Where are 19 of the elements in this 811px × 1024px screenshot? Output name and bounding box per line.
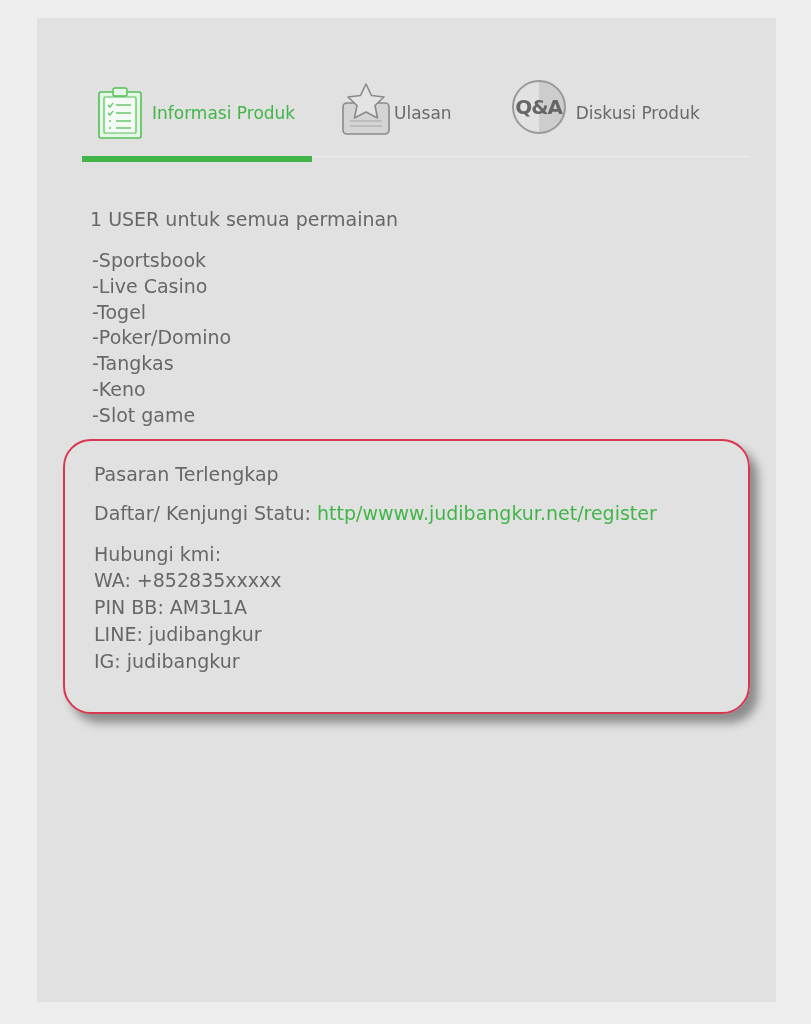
- game-item: -Tangkas: [92, 351, 175, 377]
- game-item: -Poker/Domino: [92, 325, 233, 351]
- contact-heading: Hubungi kmi:: [94, 541, 223, 567]
- register-label: Daftar/ Kenjungi Statu:: [94, 501, 311, 524]
- contact-line: WA: +852835xxxxx: [94, 567, 283, 593]
- game-item: -Togel: [92, 299, 148, 325]
- game-item: -Live Casino: [92, 273, 209, 299]
- clipboard-icon: [98, 87, 142, 139]
- qa-logo: Q&A: [511, 80, 566, 134]
- game-item: -Slot game: [92, 402, 197, 428]
- contact-line: LINE: judibangkur: [94, 621, 263, 647]
- game-item: -Sportsbook: [92, 248, 208, 273]
- star-card-icon: [342, 83, 390, 135]
- game-item: -Keno: [92, 377, 147, 402]
- contact-line: IG: judibangkur: [94, 648, 241, 674]
- card-heading: Pasaran Terlengkap: [94, 461, 280, 487]
- contact-line: PIN BB: AM3L1A: [94, 594, 248, 620]
- tab[interactable]: Ulasan: [326, 84, 458, 162]
- intro-text: 1 USER untuk semua permainan: [90, 207, 400, 232]
